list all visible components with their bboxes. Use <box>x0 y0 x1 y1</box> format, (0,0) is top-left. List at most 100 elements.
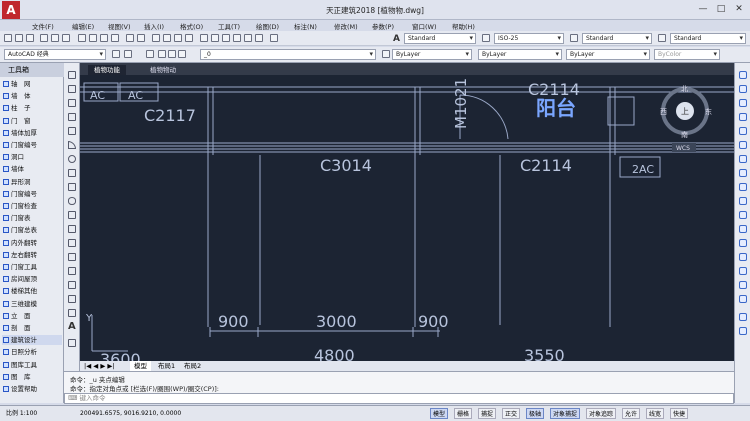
palette-item[interactable]: 门窗编号 <box>2 189 62 199</box>
polyline-icon[interactable] <box>68 99 76 107</box>
preview-icon[interactable] <box>51 34 59 42</box>
palette-item[interactable]: 剖 面 <box>2 323 62 333</box>
palette-item[interactable]: 三维建模 <box>2 299 62 309</box>
multiline-text-icon[interactable]: A <box>68 321 76 332</box>
menu-help[interactable]: 帮助(H) <box>452 21 475 31</box>
plotstyle-select[interactable]: ByColor <box>654 49 720 60</box>
palette-item[interactable]: 墙体 <box>2 164 62 174</box>
status-toggle[interactable]: 极轴 <box>526 408 545 419</box>
scale-display[interactable]: 比例 1:100 <box>6 406 37 421</box>
status-toggle[interactable]: 模型 <box>430 408 449 419</box>
rectangle-icon[interactable] <box>68 127 76 135</box>
layer-manager-icon[interactable] <box>146 50 154 58</box>
menu-format[interactable]: 格式(O) <box>180 21 203 31</box>
command-input[interactable]: ⌨ 键入命令 <box>64 393 734 404</box>
palette-item[interactable]: 柱 子 <box>2 103 62 113</box>
layer-on-icon[interactable] <box>158 50 166 58</box>
save-icon[interactable] <box>26 34 34 42</box>
palette-item[interactable]: 洞口 <box>2 152 62 162</box>
tab-layout2[interactable]: 布局2 <box>180 361 205 371</box>
undo-icon[interactable] <box>126 34 134 42</box>
dim-style-select[interactable]: ISO-25 <box>494 33 564 44</box>
redo-icon[interactable] <box>137 34 145 42</box>
workspace-select[interactable]: AutoCAD 经典 <box>4 49 106 60</box>
calculator-icon[interactable] <box>255 34 263 42</box>
fillet-icon[interactable] <box>739 281 747 289</box>
layer-freeze-icon[interactable] <box>168 50 176 58</box>
region-icon[interactable] <box>68 295 76 303</box>
status-toggle[interactable]: 对象捕捉 <box>550 408 581 419</box>
palette-item[interactable]: 日照分析 <box>2 347 62 357</box>
construction-line-icon[interactable] <box>68 85 76 93</box>
layer-lock-icon[interactable] <box>178 50 186 58</box>
menu-modify[interactable]: 修改(M) <box>334 21 358 31</box>
workspace-lock-icon[interactable] <box>124 50 132 58</box>
workspace-settings-icon[interactable] <box>112 50 120 58</box>
menu-insert[interactable]: 插入(I) <box>144 21 164 31</box>
palette-item[interactable]: 立 面 <box>2 311 62 321</box>
explode-icon[interactable] <box>739 295 747 303</box>
maximize-icon[interactable]: □ <box>712 2 730 16</box>
help-icon[interactable] <box>270 34 278 42</box>
add-selected-icon[interactable] <box>68 339 76 347</box>
point-icon[interactable] <box>68 253 76 261</box>
palette-item[interactable]: 墙体加厚 <box>2 128 62 138</box>
palette-item[interactable]: 内外翻转 <box>2 238 62 248</box>
ellipse-icon[interactable] <box>68 197 76 205</box>
join-icon[interactable] <box>739 253 747 261</box>
palette-item[interactable]: 门窗工具 <box>2 262 62 272</box>
doc-tab-2[interactable]: 植物物动 <box>144 65 182 75</box>
table-style-select[interactable]: Standard <box>582 33 652 44</box>
arc-icon[interactable] <box>68 141 76 149</box>
zoom-realtime-icon[interactable] <box>163 34 171 42</box>
zoom-window-icon[interactable] <box>174 34 182 42</box>
rotate-icon[interactable] <box>739 155 747 163</box>
erase-icon[interactable] <box>739 71 747 79</box>
hatch-icon[interactable] <box>68 267 76 275</box>
palette-item[interactable]: 门 窗 <box>2 116 62 126</box>
palette-item[interactable]: 楼梯其他 <box>2 286 62 296</box>
palette-item[interactable]: 门窗检查 <box>2 201 62 211</box>
new-file-icon[interactable] <box>4 34 12 42</box>
break-icon[interactable] <box>739 239 747 247</box>
palette-item[interactable]: 门窗表 <box>2 213 62 223</box>
scale-icon[interactable] <box>739 169 747 177</box>
copy-icon[interactable] <box>89 34 97 42</box>
palette-item[interactable]: 门窗总表 <box>2 225 62 235</box>
array-icon[interactable] <box>739 127 747 135</box>
open-file-icon[interactable] <box>15 34 23 42</box>
tool-palettes-icon[interactable] <box>222 34 230 42</box>
viewcube[interactable]: 上 北 南 东 西 WCS <box>660 85 712 152</box>
offset-icon[interactable] <box>739 113 747 121</box>
zoom-previous-icon[interactable] <box>185 34 193 42</box>
menu-draw[interactable]: 绘图(D) <box>256 21 279 31</box>
palette-item[interactable]: 建筑设计 <box>2 335 62 346</box>
status-toggle[interactable]: 线宽 <box>646 408 665 419</box>
plot-icon[interactable] <box>40 34 48 42</box>
palette-item[interactable]: 设置帮助 <box>2 384 62 394</box>
gradient-icon[interactable] <box>68 281 76 289</box>
lineweight-select[interactable]: ByLayer <box>566 49 650 60</box>
match-properties-icon[interactable] <box>111 34 119 42</box>
palette-item[interactable]: 轴 网 <box>2 79 62 89</box>
polygon-icon[interactable] <box>68 113 76 121</box>
menu-edit[interactable]: 编辑(E) <box>72 21 94 31</box>
circle-icon[interactable] <box>68 155 76 163</box>
extend-icon[interactable] <box>739 211 747 219</box>
palette-item[interactable]: 房间屋顶 <box>2 274 62 284</box>
markup-icon[interactable] <box>244 34 252 42</box>
status-toggle[interactable]: 正交 <box>502 408 521 419</box>
status-toggle[interactable]: 快捷 <box>670 408 689 419</box>
status-toggle[interactable]: 捕捉 <box>478 408 497 419</box>
close-icon[interactable]: ✕ <box>730 2 748 16</box>
status-toggle[interactable]: 栅格 <box>454 408 473 419</box>
revision-cloud-icon[interactable] <box>68 169 76 177</box>
ellipse-arc-icon[interactable] <box>68 211 76 219</box>
palette-item[interactable]: 异形洞 <box>2 177 62 187</box>
menu-window[interactable]: 窗口(W) <box>412 21 437 31</box>
minimize-icon[interactable]: — <box>694 2 712 16</box>
text-style-select[interactable]: Standard <box>404 33 476 44</box>
mleader-style-select[interactable]: Standard <box>670 33 746 44</box>
menu-file[interactable]: 文件(F) <box>32 21 54 31</box>
color-select[interactable]: ByLayer <box>392 49 472 60</box>
